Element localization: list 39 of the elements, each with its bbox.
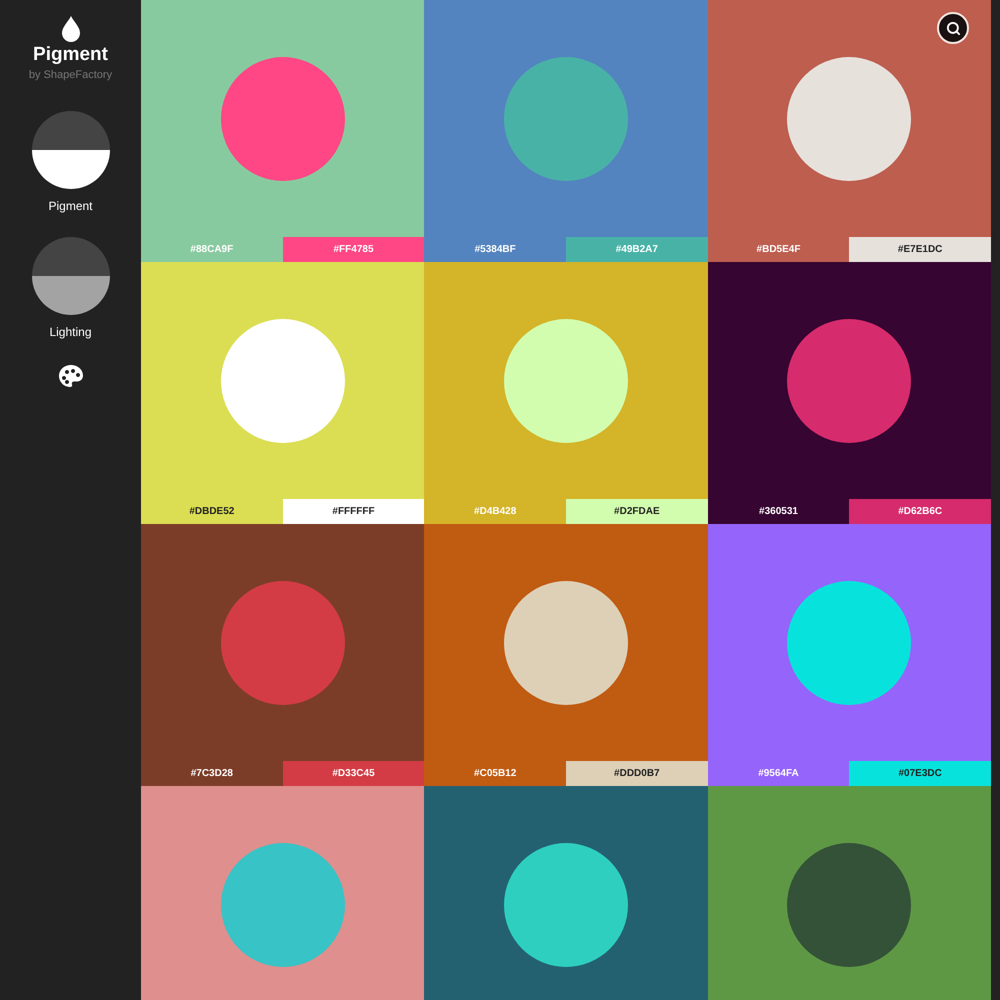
- swatch[interactable]: [708, 0, 991, 237]
- color-label: #07E3DC: [849, 761, 991, 786]
- swatch[interactable]: [708, 262, 991, 499]
- color-label: #E7E1DC: [849, 237, 991, 262]
- app-subtitle: by ShapeFactory: [28, 68, 112, 83]
- swatch[interactable]: [708, 524, 991, 761]
- app-title: Pigment: [33, 43, 108, 67]
- swatch[interactable]: [708, 786, 991, 1000]
- swatch[interactable]: [141, 524, 424, 761]
- swatch[interactable]: [141, 262, 424, 499]
- mode-button[interactable]: Pigment: [32, 111, 110, 216]
- palette-icon[interactable]: [58, 365, 82, 388]
- color-label: #88CA9F: [141, 237, 283, 262]
- swatch[interactable]: [141, 0, 424, 237]
- color-label: #D2FDAE: [566, 499, 708, 524]
- mode-button[interactable]: Lighting: [32, 237, 110, 342]
- swatch[interactable]: [424, 786, 708, 1000]
- swatch[interactable]: [141, 786, 424, 1000]
- color-label: #49B2A7: [566, 237, 708, 262]
- color-label: #DDD0B7: [566, 761, 708, 786]
- color-label: #D33C45: [282, 761, 424, 786]
- color-label: #FF4785: [282, 237, 424, 262]
- color-label: #5384BF: [424, 237, 566, 262]
- mode-icon: [32, 111, 110, 190]
- color-label: #BD5E4F: [708, 237, 850, 262]
- color-label: #D62B6C: [849, 499, 991, 524]
- drop-icon: [60, 16, 80, 42]
- swatch[interactable]: [424, 262, 708, 499]
- color-label: #D4B428: [424, 499, 566, 524]
- swatch[interactable]: [424, 524, 708, 761]
- color-label: #9564FA: [708, 761, 850, 786]
- mode-icon: [32, 237, 110, 316]
- color-label: #FFFFFF: [282, 499, 424, 524]
- color-label: #C05B12: [424, 761, 566, 786]
- search-icon: [946, 20, 960, 36]
- color-label: #360531: [708, 499, 850, 524]
- color-label: #7C3D28: [141, 761, 283, 786]
- swatch[interactable]: [424, 0, 708, 237]
- color-label: #DBDE52: [141, 499, 283, 524]
